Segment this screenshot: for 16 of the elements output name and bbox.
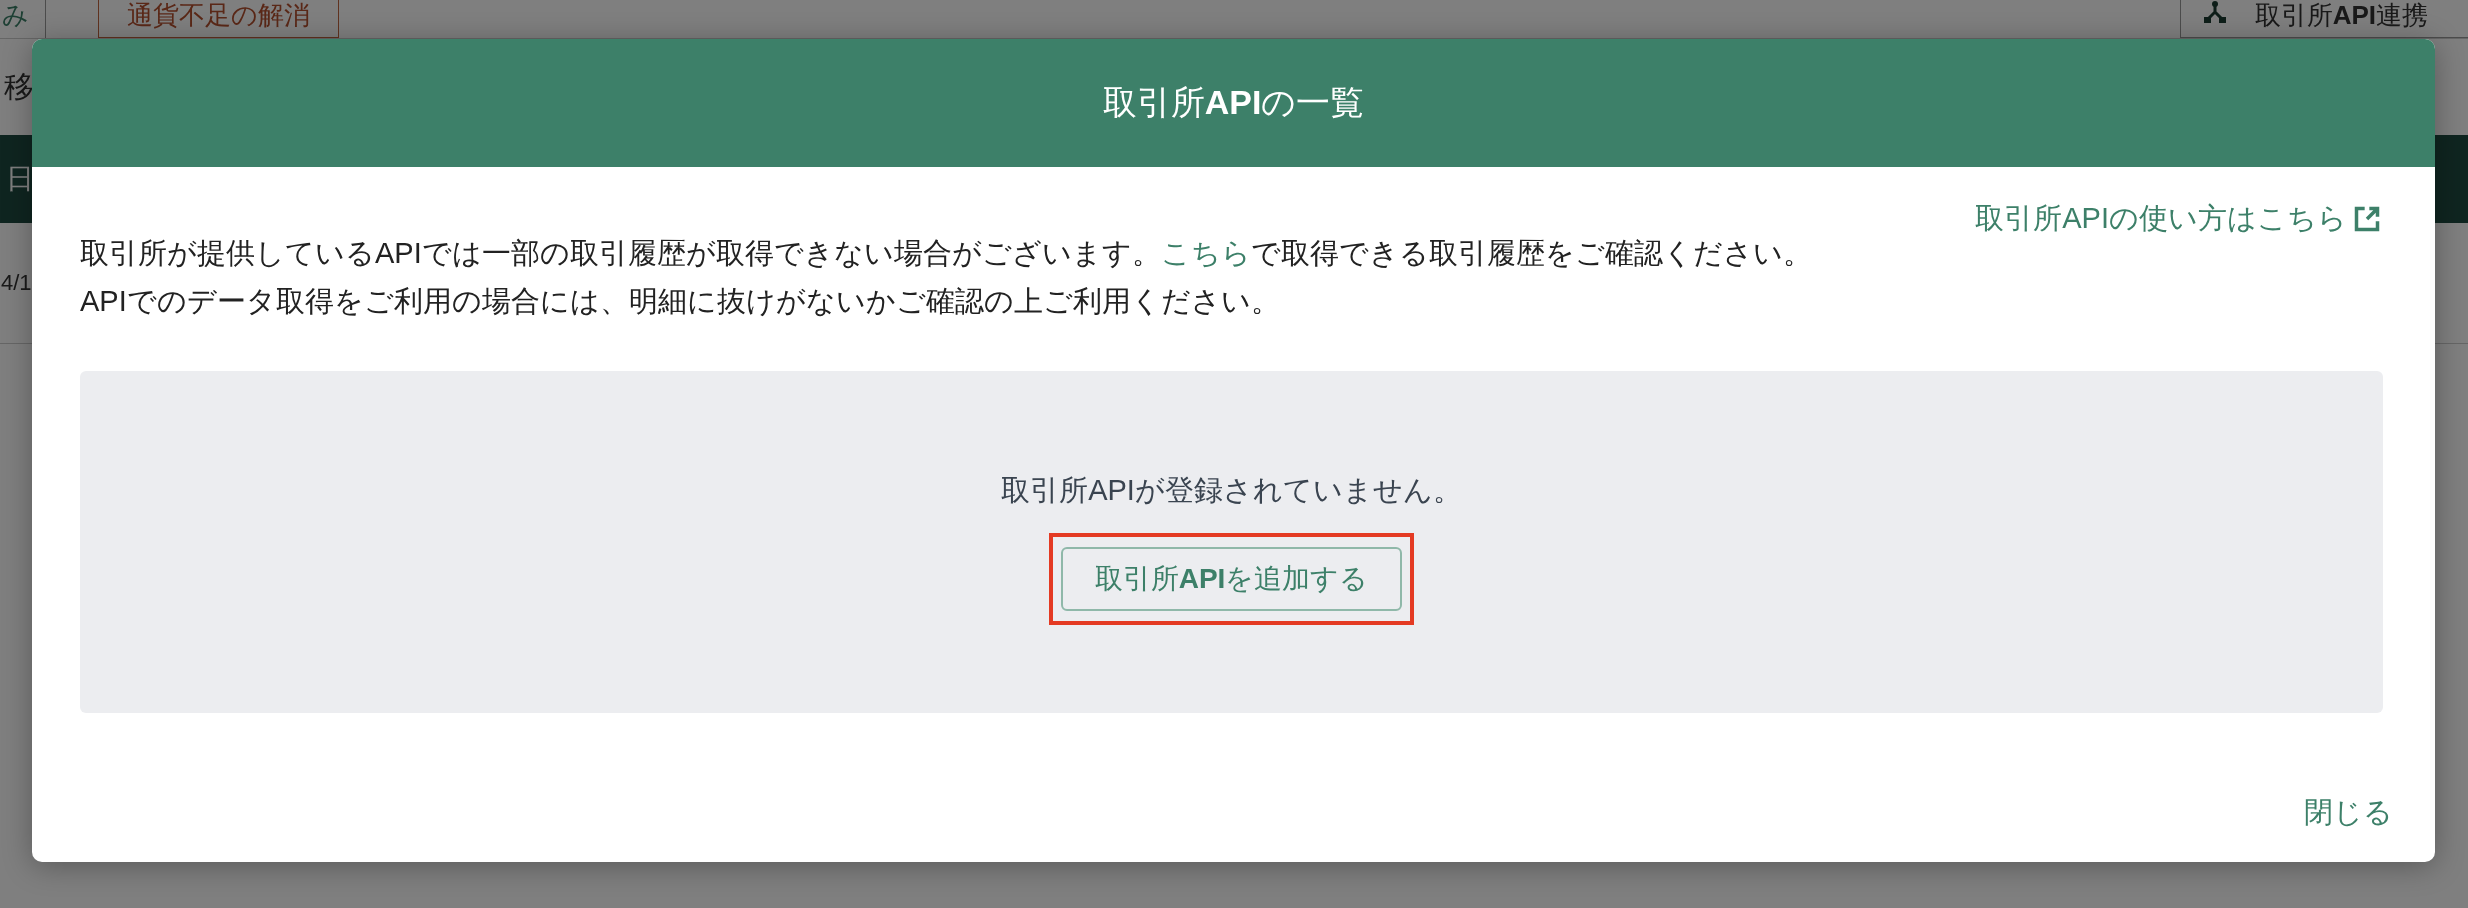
help-link[interactable]: 取引所APIの使い方はこちら <box>1975 199 2347 239</box>
column-header: 日 <box>5 162 34 196</box>
modal-title: 取引所APIの一覧 <box>1102 82 1365 123</box>
here-link[interactable]: こちら <box>1160 237 1251 269</box>
notice-text: APIでのデータ取得をご利用の場合には、明細に抜けがないかご確認の上ご利用ください。 <box>80 284 1281 319</box>
notice-text: 取引所が提供しているAPIでは一部の取引履歴が取得できない場合がございます。こちら で取得できる取引履歴をご確認ください。 <box>80 236 1813 271</box>
close-link[interactable]: 閉じる <box>2304 792 2393 833</box>
network-icon <box>2202 0 2227 24</box>
add-api-button[interactable]: 取引所APIを追加する <box>1060 547 1403 611</box>
external-link-icon[interactable] <box>2353 205 2381 233</box>
empty-message: 取引所APIが登録されていません。 <box>1001 473 1462 508</box>
toolbar-button[interactable]: み <box>2 0 46 38</box>
table-cell: 4/1 <box>1 270 32 296</box>
toolbar-button[interactable]: 取引所API連携 <box>2179 0 2468 38</box>
filter-label: 移 <box>3 68 34 105</box>
toolbar-button[interactable]: 通貨不足の解消 <box>98 0 339 38</box>
